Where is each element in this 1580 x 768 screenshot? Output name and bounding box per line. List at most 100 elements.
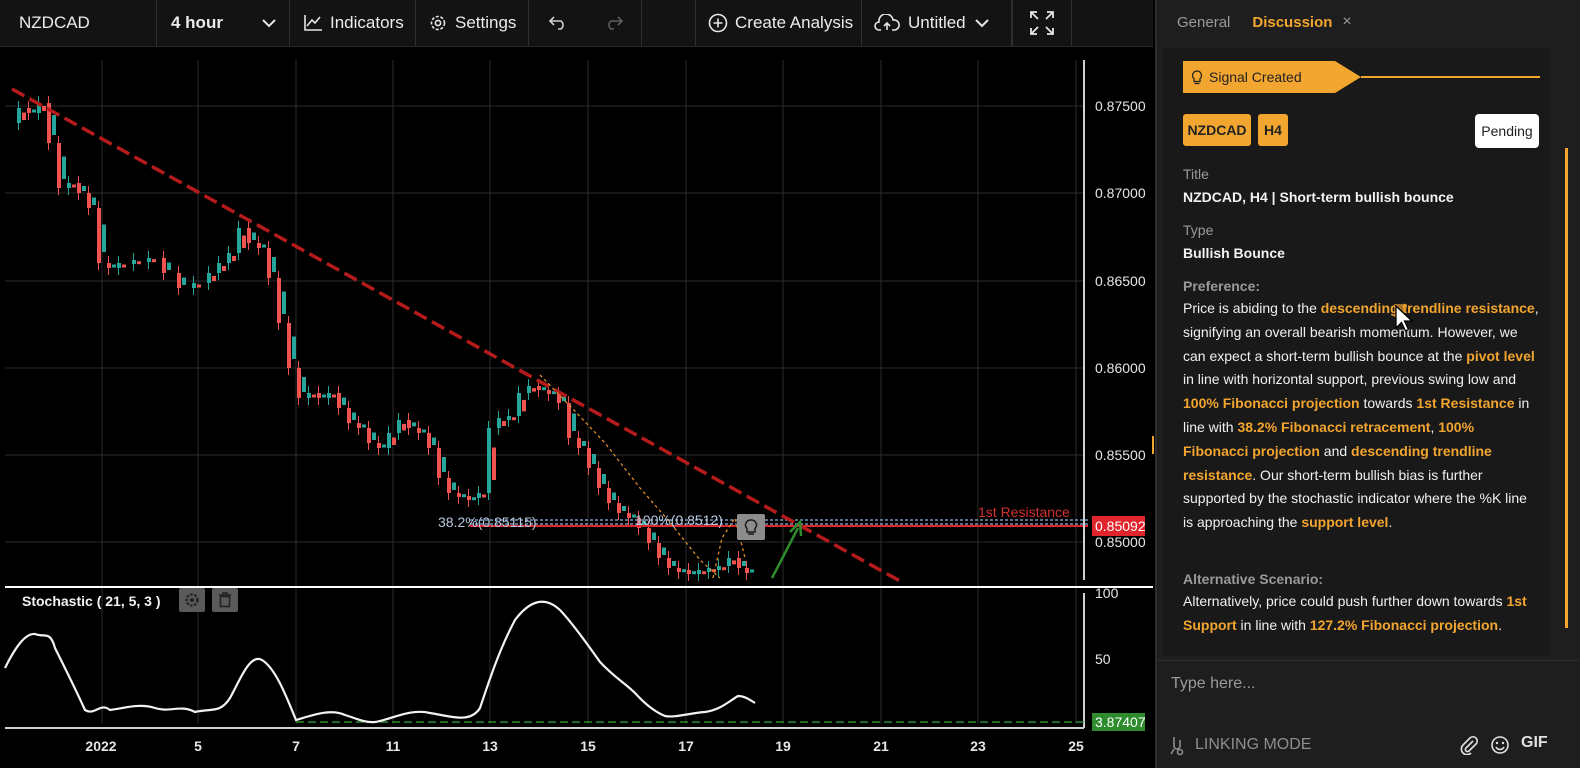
candle-body — [152, 259, 156, 263]
preference-text-part: . — [1388, 514, 1393, 531]
preference-text-part: towards — [1359, 395, 1417, 412]
candle-body — [72, 184, 76, 188]
interval-label: 4 hour — [171, 13, 223, 32]
candle-body — [592, 454, 596, 464]
preference-text-part: Price is abiding to the — [1183, 300, 1321, 316]
candle-body — [212, 276, 216, 281]
symbol-selector[interactable]: NZDCAD — [0, 0, 157, 46]
candle-body — [337, 393, 341, 408]
signal-marker[interactable] — [737, 514, 765, 540]
candle-body — [77, 183, 81, 193]
create-analysis-button[interactable]: Create Analysis — [696, 0, 862, 46]
alternative-text-part: . — [1498, 616, 1502, 633]
gif-button[interactable]: GIF — [1521, 734, 1548, 752]
stochastic-tick-100: 100 — [1095, 585, 1119, 601]
emoji-button[interactable] — [1490, 735, 1510, 760]
price-tick: 0.86000 — [1095, 360, 1146, 376]
candle-body — [462, 494, 466, 498]
highlight-fib-projection: 100% Fibonacci projection — [1183, 395, 1360, 412]
paperclip-icon — [1460, 735, 1479, 756]
chart-area[interactable]: 38.2%(0.85115) 100%(0.8512) 1st Resistan… — [0, 48, 1158, 768]
undo-button[interactable] — [529, 0, 586, 46]
indicators-button[interactable]: Indicators — [290, 0, 416, 46]
fib-retracement-label: 38.2%(0.85115) — [438, 514, 537, 530]
current-price-tag: 0.85092 — [1092, 516, 1146, 536]
attach-button[interactable] — [1459, 735, 1479, 760]
chart-canvas[interactable]: 38.2%(0.85115) 100%(0.8512) 1st Resistan… — [0, 48, 1153, 768]
candle-body — [262, 244, 266, 248]
candle-body — [437, 448, 441, 478]
fullscreen-icon — [1030, 11, 1054, 35]
candle-body — [267, 248, 271, 278]
candle-body — [97, 208, 101, 263]
candle-body — [32, 109, 36, 113]
chat-input[interactable] — [1171, 671, 1551, 697]
candle-body — [372, 432, 376, 440]
date-tick: 5 — [194, 738, 202, 754]
candle-body — [512, 417, 516, 421]
candle-body — [745, 568, 749, 573]
alternative-label: Alternative Scenario: — [1183, 571, 1324, 587]
candle-body — [292, 336, 296, 359]
link-icon — [1170, 737, 1184, 756]
candle-body — [87, 193, 91, 208]
candle-body — [227, 253, 231, 263]
candle-body — [147, 258, 151, 262]
candle-body — [427, 433, 431, 448]
candle-body — [57, 143, 61, 188]
status-badge: Pending — [1475, 114, 1539, 148]
lightbulb-icon — [1191, 69, 1203, 84]
candle-body — [282, 291, 286, 314]
candle-body — [347, 408, 351, 423]
stochastic-delete-button[interactable] — [212, 588, 238, 612]
alternative-text-part: Alternatively, price could push further … — [1183, 593, 1507, 609]
stochastic-support-value: 3.87407 — [1095, 714, 1146, 730]
candle-body — [572, 413, 576, 431]
cursor-arrow-icon — [1385, 295, 1414, 332]
price-tick: 0.86500 — [1095, 273, 1146, 289]
layout-selector[interactable]: Untitled — [862, 0, 1012, 46]
date-tick: 21 — [873, 738, 889, 754]
candle-body — [612, 492, 616, 500]
candle-body — [497, 418, 501, 428]
candle-body — [92, 197, 96, 205]
title-label: Title — [1183, 166, 1209, 182]
signal-card: Signal Created NZDCAD H4 Pending Title N… — [1163, 48, 1550, 656]
candle-body — [22, 112, 26, 120]
linking-mode-toggle[interactable]: LINKING MODE — [1169, 734, 1311, 756]
candle-body — [237, 228, 241, 253]
redo-button[interactable] — [586, 0, 642, 46]
tab-general[interactable]: General — [1177, 14, 1230, 31]
close-icon[interactable]: × — [1342, 13, 1351, 31]
candle-body — [702, 571, 706, 575]
candle-body — [162, 258, 166, 273]
tab-discussion[interactable]: Discussion × — [1252, 13, 1351, 31]
stochastic-settings-button[interactable] — [179, 588, 205, 612]
candle-body — [697, 570, 701, 574]
highlight-trendline: descending trendline resistance — [1320, 300, 1535, 316]
candle-body — [617, 503, 621, 513]
panel-scrollbar[interactable] — [1565, 148, 1568, 628]
fullscreen-button[interactable] — [1012, 0, 1072, 46]
interval-dropdown[interactable]: 4 hour — [157, 0, 290, 46]
chart-toolbar: NZDCAD 4 hour Indicators Settings Create… — [0, 0, 1153, 47]
panel-tabs: General Discussion × — [1157, 0, 1580, 44]
candle-body — [67, 183, 71, 188]
highlight-pivot: pivot level — [1466, 347, 1535, 364]
undo-icon — [548, 16, 564, 30]
candle-body — [477, 493, 481, 498]
preference-text-part: in line with horizontal support, previou… — [1183, 371, 1517, 388]
candle-body — [657, 543, 661, 558]
candle-body — [732, 560, 736, 565]
candle-body — [597, 468, 601, 488]
settings-button[interactable]: Settings — [416, 0, 529, 46]
candle-body — [352, 412, 356, 420]
candle-body — [687, 570, 691, 574]
candle-body — [407, 420, 411, 428]
candle-body — [457, 493, 461, 497]
candle-body — [317, 393, 321, 398]
fib-projection-label: 100%(0.8512) — [635, 512, 723, 528]
candle-body — [447, 478, 451, 493]
settings-label: Settings — [455, 13, 517, 32]
symbol-label: NZDCAD — [19, 13, 90, 32]
